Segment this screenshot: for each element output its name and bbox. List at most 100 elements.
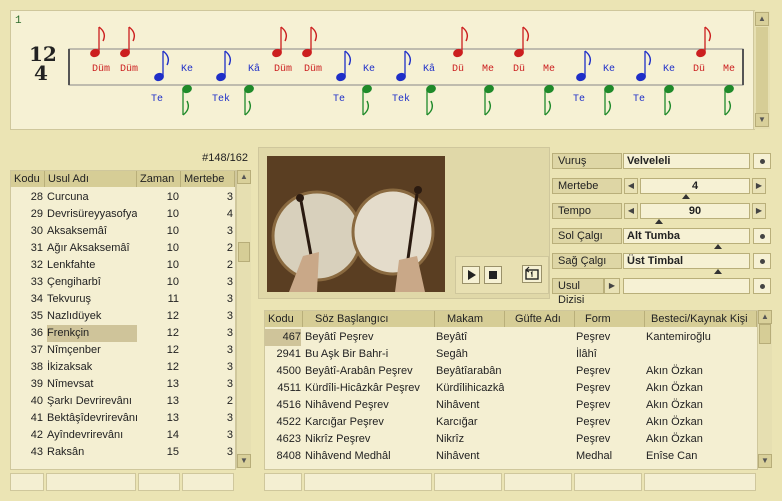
sol-calgi-label: Sol Çalgı xyxy=(552,228,622,244)
note-flag xyxy=(128,26,136,42)
table-cell: Beyâtîarabân xyxy=(436,365,502,377)
table-cell: 10 xyxy=(166,208,179,220)
footer-cell xyxy=(46,473,136,491)
table-row[interactable]: 37 Nîmçenber 12 3 xyxy=(11,342,235,359)
table-cell: 11 xyxy=(167,293,179,305)
scroll-thumb[interactable] xyxy=(759,324,771,344)
score-scrollbar[interactable]: ▲ ▼ xyxy=(753,11,770,129)
sag-calgi-volume-caret[interactable] xyxy=(714,269,722,274)
note-flag xyxy=(644,50,652,66)
note-flag xyxy=(344,50,352,66)
table-cell: 13 xyxy=(166,378,179,390)
table-cell: Akın Özkan xyxy=(646,416,703,428)
sol-calgi-select-button[interactable] xyxy=(753,228,771,244)
table-cell: 2 xyxy=(226,259,233,271)
table-row[interactable]: 34 Tekvuruş 11 3 xyxy=(11,291,235,308)
table-row[interactable]: 31 Ağır Aksaksemâî 10 2 xyxy=(11,240,235,257)
table-row[interactable]: 32 Lenkfahte 10 2 xyxy=(11,257,235,274)
scroll-up-icon[interactable]: ▲ xyxy=(755,12,769,26)
table-cell: Nikrîz Peşrev xyxy=(305,433,371,445)
table-row[interactable]: 8408 Nihâvend Medhâl Nihâvent Medhal Enîse C… xyxy=(265,448,757,465)
tempo-increase-button[interactable]: ▶ xyxy=(752,203,766,219)
scroll-down-icon[interactable]: ▼ xyxy=(758,454,772,468)
table-row[interactable]: 4516 Nihâvend Peşrev Nihâvent Peşrev Akın Öz… xyxy=(265,397,757,414)
table-cell: Nihâvent xyxy=(436,450,480,462)
syllable-label: Dü xyxy=(513,63,525,75)
syllable-label: Te xyxy=(633,94,645,105)
table-cell: Nihâvend Peşrev xyxy=(305,399,389,411)
syllable-label: Ke xyxy=(181,64,193,75)
table-row[interactable]: 4511 Kürdîli-Hicâzkâr Peşrev Kürdîlihicazk… xyxy=(265,380,757,397)
table-cell: Akın Özkan xyxy=(646,399,703,411)
usul-dizisi-play-button[interactable]: ▶ xyxy=(604,278,620,294)
usul-dizisi-select-button[interactable] xyxy=(753,278,771,294)
table-row[interactable]: 28 Curcuna 10 3 xyxy=(11,189,235,206)
sol-calgi-volume-caret[interactable] xyxy=(714,244,722,249)
col-header-soz-baslangici[interactable]: Söz Başlangıcı xyxy=(303,311,435,327)
usul-table-scrollbar[interactable]: ▲ ▼ xyxy=(236,170,251,468)
table-cell: 3 xyxy=(226,412,233,424)
table-cell: Nihâvent xyxy=(436,399,480,411)
col-header-kodu[interactable]: Kodu xyxy=(11,171,45,187)
scroll-thumb[interactable] xyxy=(756,27,768,113)
table-row[interactable]: 467 Beyâtî Peşrev Beyâtî Peşrev Kantemiroğlu xyxy=(265,329,757,346)
footer-cell xyxy=(644,473,756,491)
table-row[interactable]: 40 Şarkı Devrirevânı 13 2 xyxy=(11,393,235,410)
table-row[interactable]: 38 İkizaksak 12 3 xyxy=(11,359,235,376)
note-flag xyxy=(280,26,288,42)
col-header-besteci[interactable]: Besteci/Kaynak Kişi xyxy=(645,311,757,327)
table-row[interactable]: 30 Aksaksemâî 10 3 xyxy=(11,223,235,240)
table-row[interactable]: 29 Devrisüreyyasofya 10 4 xyxy=(11,206,235,223)
vurus-select-button[interactable] xyxy=(753,153,771,169)
col-header-gufte-adi[interactable]: Güfte Adı xyxy=(505,311,575,327)
player-controls xyxy=(455,256,549,294)
mertebe-slider-caret[interactable] xyxy=(682,194,690,199)
col-header-form[interactable]: Form xyxy=(575,311,645,327)
table-row[interactable]: 4623 Nikrîz Peşrev Nikrîz Peşrev Akın Özkan xyxy=(265,431,757,448)
tempo-slider-caret[interactable] xyxy=(655,219,663,224)
table-cell: 2 xyxy=(226,242,233,254)
table-row[interactable]: 43 Raksân 15 3 xyxy=(11,444,235,461)
usul-dizisi-field[interactable] xyxy=(623,278,750,294)
table-row[interactable]: 33 Çengiharbî 10 3 xyxy=(11,274,235,291)
compositions-scrollbar[interactable]: ▲ ▼ xyxy=(757,310,772,468)
table-cell: Aksaksemâî xyxy=(47,225,107,237)
table-row[interactable]: 41 Bektâşîdevrirevânı 13 3 xyxy=(11,410,235,427)
sol-calgi-field[interactable]: Alt Tumba xyxy=(623,228,750,244)
table-row[interactable]: 39 Nîmevsat 13 3 xyxy=(11,376,235,393)
scroll-up-icon[interactable]: ▲ xyxy=(758,310,772,324)
col-header-zaman[interactable]: Zaman xyxy=(137,171,181,187)
sag-calgi-select-button[interactable] xyxy=(753,253,771,269)
play-button[interactable] xyxy=(462,266,480,284)
syllable-label: Kâ xyxy=(423,63,435,75)
table-row[interactable]: 42 Ayîndevrirevânı 14 3 xyxy=(11,427,235,444)
table-cell: 31 xyxy=(30,242,43,254)
col-header-makam[interactable]: Makam xyxy=(435,311,505,327)
table-cell: 41 xyxy=(30,412,43,424)
table-cell: 3 xyxy=(226,429,233,441)
scroll-down-icon[interactable]: ▼ xyxy=(237,454,251,468)
tempo-decrease-button[interactable]: ◀ xyxy=(624,203,638,219)
table-row[interactable]: 36 Frenkçin 12 3 xyxy=(11,325,235,342)
scroll-thumb[interactable] xyxy=(238,242,250,262)
repeat-button[interactable] xyxy=(522,265,542,283)
note-flag xyxy=(461,26,469,42)
table-row[interactable]: 2941 Bu Aşk Bir Bahr-i Segâh İlâhî xyxy=(265,346,757,363)
mertebe-increase-button[interactable]: ▶ xyxy=(752,178,766,194)
note-flag xyxy=(224,50,232,66)
scroll-up-icon[interactable]: ▲ xyxy=(237,170,251,184)
col-header-mertebe[interactable]: Mertebe xyxy=(181,171,235,187)
col-header-kodu[interactable]: Kodu xyxy=(265,311,303,327)
mertebe-decrease-button[interactable]: ◀ xyxy=(624,178,638,194)
sag-calgi-field[interactable]: Üst Timbal xyxy=(623,253,750,269)
footer-cell xyxy=(574,473,642,491)
table-cell: Segâh xyxy=(436,348,468,360)
table-cell: 3 xyxy=(226,378,233,390)
stop-button[interactable] xyxy=(484,266,502,284)
table-row[interactable]: 4522 Karcığar Peşrev Karcığar Peşrev Akın Öz… xyxy=(265,414,757,431)
table-row[interactable]: 35 Nazlıdüyek 12 3 xyxy=(11,308,235,325)
table-row[interactable]: 4500 Beyâtî-Arabân Peşrev Beyâtîarabân Peşr… xyxy=(265,363,757,380)
scroll-down-icon[interactable]: ▼ xyxy=(755,113,769,127)
vurus-field[interactable]: Velveleli xyxy=(623,153,750,169)
col-header-usul-adi[interactable]: Usul Adı xyxy=(45,171,137,187)
